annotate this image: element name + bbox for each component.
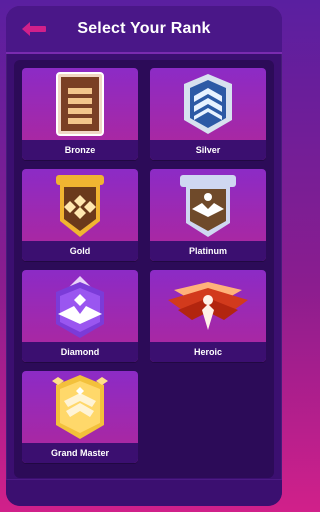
rank-card-diamond[interactable]: Diamond: [22, 270, 138, 362]
rank-label: Bronze: [22, 140, 138, 160]
rank-label: Grand Master: [22, 443, 138, 463]
app-frame: Select Your Rank Bronze Silver Gold Plat…: [6, 6, 282, 506]
rank-label: Gold: [22, 241, 138, 261]
rank-label: Silver: [150, 140, 266, 160]
rank-label: Platinum: [150, 241, 266, 261]
rank-grid: Bronze Silver Gold Platinum Diamond Hero…: [14, 60, 274, 478]
rank-card-platinum[interactable]: Platinum: [150, 169, 266, 261]
grand-master-rank-icon: [52, 375, 108, 439]
bottom-bar: [6, 479, 282, 506]
rank-card-silver[interactable]: Silver: [150, 68, 266, 160]
diamond-rank-icon: [56, 276, 104, 338]
gold-rank-icon: [56, 175, 104, 237]
top-bar: Select Your Rank: [6, 6, 282, 54]
rank-card-grand-master[interactable]: Grand Master: [22, 371, 138, 463]
rank-card-bronze[interactable]: Bronze: [22, 68, 138, 160]
platinum-rank-icon: [180, 175, 236, 237]
rank-label: Diamond: [22, 342, 138, 362]
rank-card-gold[interactable]: Gold: [22, 169, 138, 261]
bronze-rank-icon: [56, 72, 104, 136]
silver-rank-icon: [184, 74, 232, 134]
rank-card-heroic[interactable]: Heroic: [150, 270, 266, 362]
rank-label: Heroic: [150, 342, 266, 362]
page-title: Select Your Rank: [77, 20, 211, 37]
heroic-rank-icon: [168, 282, 248, 330]
